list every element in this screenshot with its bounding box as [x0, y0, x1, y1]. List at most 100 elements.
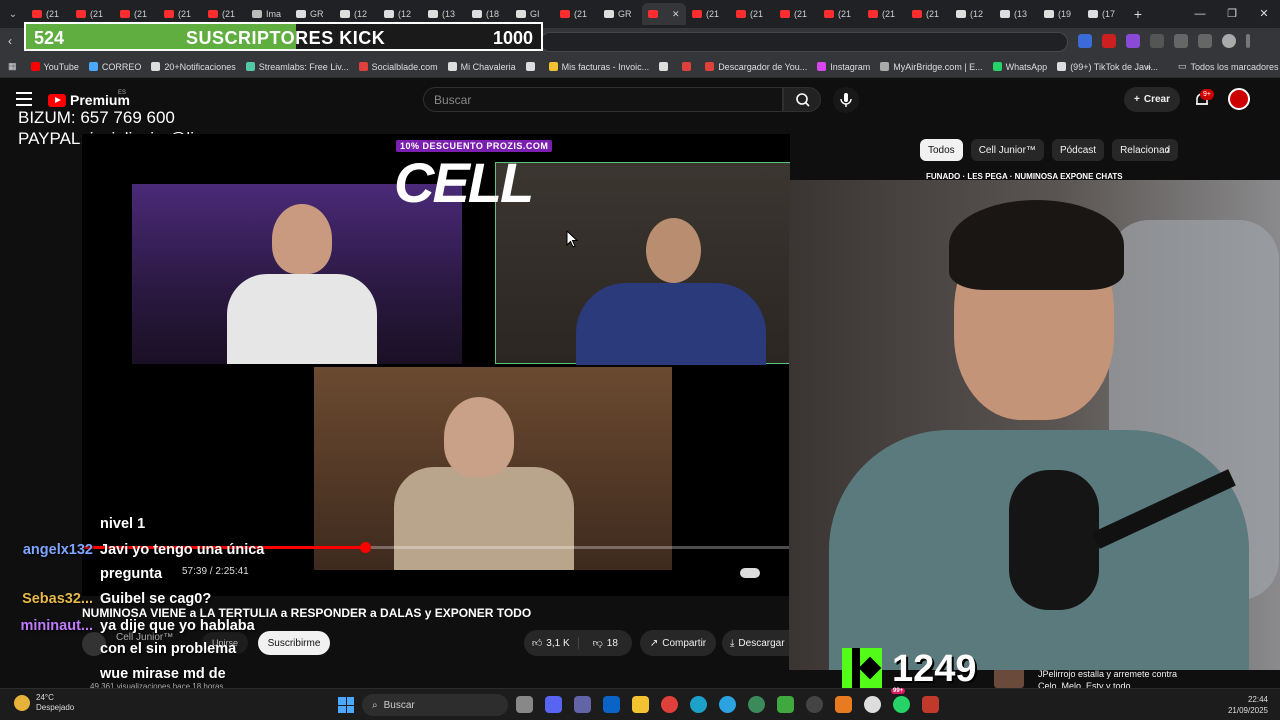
- bookmark-item[interactable]: Mi Chavaleria: [447, 62, 516, 72]
- browser-tab[interactable]: (21: [730, 3, 774, 25]
- bookmark-item[interactable]: WhatsApp: [992, 62, 1047, 72]
- extension-icon[interactable]: [1126, 34, 1140, 48]
- bookmark-item[interactable]: Socialblade.com: [358, 61, 438, 72]
- menu-icon[interactable]: [1246, 34, 1250, 48]
- thumbs-up-icon: 👍︎: [531, 638, 543, 649]
- dislike-button[interactable]: 👎︎ 18: [577, 637, 633, 649]
- tab-close-icon[interactable]: ✕: [672, 9, 680, 20]
- browser-tab[interactable]: (21: [686, 3, 730, 25]
- windows-start-icon[interactable]: [338, 697, 354, 713]
- address-bar[interactable]: [540, 32, 1068, 52]
- chevron-right-icon[interactable]: ›: [1166, 142, 1170, 156]
- filter-chip[interactable]: Pódcast: [1051, 139, 1105, 161]
- bookmark-favicon-icon: [525, 62, 535, 71]
- person-head: [272, 204, 332, 274]
- bookmarks-more-icon[interactable]: »: [1146, 62, 1151, 72]
- teams-icon[interactable]: [574, 696, 591, 713]
- tab-search-button[interactable]: ⌄: [0, 0, 26, 28]
- taskbar-apps: 99+: [516, 688, 939, 713]
- filter-chip[interactable]: Cell Junior™: [970, 139, 1044, 161]
- person-torso: [227, 274, 377, 364]
- account-avatar[interactable]: [1228, 88, 1250, 110]
- browser-tab[interactable]: (13: [994, 3, 1038, 25]
- subscribe-button[interactable]: Suscribirme: [258, 631, 330, 655]
- video-player[interactable]: 10% DESCUENTO PROZIS.COM CELL 57:39 / 2:…: [82, 134, 790, 596]
- all-bookmarks-link[interactable]: ▭ Todos los marcadores: [1178, 61, 1279, 72]
- menu-icon[interactable]: [16, 92, 32, 106]
- search-button[interactable]: [783, 87, 821, 112]
- new-tab-button[interactable]: +: [1126, 6, 1150, 22]
- recommended-thumbnail[interactable]: [994, 668, 1024, 688]
- profile-icon[interactable]: [1222, 34, 1236, 48]
- tab-favicon-icon: [868, 10, 878, 18]
- app-icon[interactable]: [835, 696, 852, 713]
- restore-icon[interactable]: ❐: [1216, 0, 1248, 28]
- telegram-icon[interactable]: [719, 696, 736, 713]
- browser-tab[interactable]: (21: [554, 3, 598, 25]
- chrome-icon[interactable]: [661, 696, 678, 713]
- system-clock[interactable]: 22:44 21/09/2025: [1228, 694, 1268, 716]
- sidebar-icon[interactable]: [1198, 34, 1212, 48]
- browser-tab[interactable]: GR: [598, 3, 642, 25]
- filter-chip[interactable]: Todos: [920, 139, 963, 161]
- app-icon[interactable]: [922, 696, 939, 713]
- bookmark-item[interactable]: [682, 62, 695, 72]
- search-icon: ⌕: [372, 699, 378, 711]
- whatsapp-icon[interactable]: 99+: [891, 688, 910, 713]
- camtasia-icon[interactable]: [777, 696, 794, 713]
- bookmark-item[interactable]: Mis facturas - Invoic...: [548, 62, 649, 72]
- download-button[interactable]: ⤓ Descargar: [722, 630, 792, 656]
- like-button[interactable]: 👍︎ 3,1 K: [524, 637, 578, 650]
- microphone: [1009, 470, 1099, 610]
- task-view-icon[interactable]: [516, 696, 533, 713]
- minimize-icon[interactable]: —: [1184, 0, 1216, 28]
- taskbar-search[interactable]: ⌕ Buscar: [362, 694, 508, 716]
- bookmark-item[interactable]: (99+) TikTok de Javi...: [1057, 62, 1158, 72]
- tab-label: (21: [794, 9, 808, 19]
- outlook-icon[interactable]: [603, 696, 620, 713]
- discord-icon[interactable]: [545, 696, 562, 713]
- network-icon[interactable]: [748, 696, 765, 713]
- bookmark-item[interactable]: Descargador de You...: [705, 62, 807, 72]
- weather-widget[interactable]: 24°C Despejado: [14, 693, 74, 713]
- apps-grid-icon[interactable]: ▦: [8, 61, 17, 72]
- bookmark-item[interactable]: 20+Notificaciones: [151, 62, 236, 72]
- search-input[interactable]: Buscar: [423, 87, 783, 112]
- like-count: 3,1 K: [546, 637, 570, 649]
- bookmark-item[interactable]: YouTube: [30, 62, 79, 72]
- close-icon[interactable]: ✕: [1248, 0, 1280, 28]
- back-icon[interactable]: ‹: [8, 34, 12, 48]
- create-button[interactable]: + Crear: [1124, 87, 1180, 112]
- browser-tab[interactable]: ✕: [642, 3, 686, 25]
- extension-icon[interactable]: [1078, 34, 1092, 48]
- video-time: 57:39 / 2:25:41: [182, 566, 249, 577]
- extension-icon[interactable]: [1102, 34, 1116, 48]
- app-icon[interactable]: [864, 696, 881, 713]
- bookmark-label: Socialblade.com: [371, 61, 438, 72]
- bookmark-item[interactable]: CORREO: [88, 62, 141, 72]
- bookmark-item[interactable]: MyAirBridge.com | E...: [880, 62, 983, 72]
- bookmark-item[interactable]: [659, 62, 672, 72]
- extensions-puzzle-icon[interactable]: [1174, 34, 1188, 48]
- autoplay-toggle[interactable]: [740, 568, 760, 578]
- browser-tab[interactable]: (21: [862, 3, 906, 25]
- bookmark-item[interactable]: Streamlabs: Free Liv...: [245, 62, 349, 72]
- obs-icon[interactable]: [806, 696, 823, 713]
- tab-favicon-icon: [560, 10, 570, 18]
- browser-tab[interactable]: (19: [1038, 3, 1082, 25]
- extension-icon[interactable]: [1150, 34, 1164, 48]
- share-button[interactable]: ↗ Compartir: [640, 630, 716, 656]
- browser-tab[interactable]: (21: [818, 3, 862, 25]
- bookmark-favicon-icon: [817, 62, 827, 71]
- browser-tab[interactable]: (12: [950, 3, 994, 25]
- browser-tab[interactable]: (21: [774, 3, 818, 25]
- edge-icon[interactable]: [690, 696, 707, 713]
- bookmark-item[interactable]: Instagram: [817, 62, 870, 72]
- bookmark-label: Descargador de You...: [718, 61, 808, 72]
- microphone-icon: [840, 93, 852, 107]
- bookmark-item[interactable]: [525, 62, 539, 72]
- voice-search-button[interactable]: [833, 87, 859, 113]
- browser-tab[interactable]: (21: [906, 3, 950, 25]
- file-explorer-icon[interactable]: [632, 696, 649, 713]
- browser-tab[interactable]: (17: [1082, 3, 1126, 25]
